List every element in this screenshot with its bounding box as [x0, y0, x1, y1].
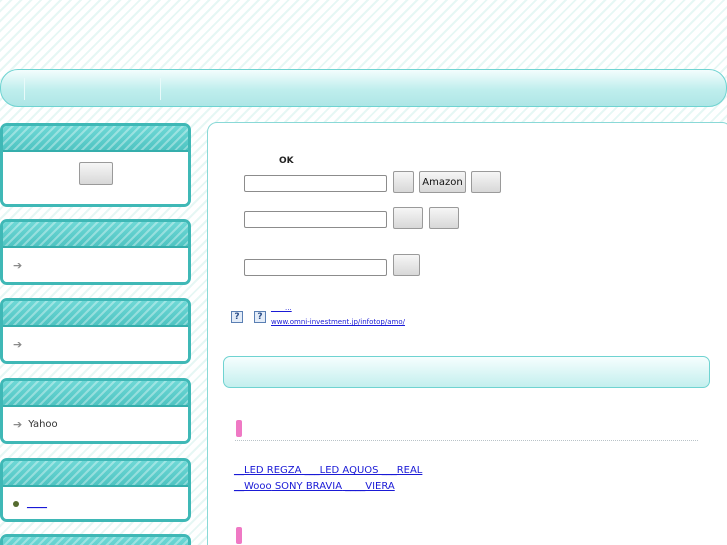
nav-separator: [160, 78, 161, 100]
sidebar-box-search: [0, 123, 191, 207]
arrow-right-icon: ➔: [13, 418, 23, 431]
sidebar-box-header: [3, 381, 188, 407]
link-real[interactable]: ___REAL: [379, 465, 423, 476]
arrow-right-icon: ➔: [13, 259, 23, 272]
section-header-bar: [223, 356, 710, 388]
search-button-2a[interactable]: [393, 207, 423, 229]
link-viera[interactable]: ____VIERA: [342, 481, 395, 492]
main-content: OK Amazon ? ? ____... www.omni-investmen…: [207, 122, 727, 545]
ok-label: OK: [279, 156, 294, 166]
amazon-button[interactable]: Amazon: [419, 171, 466, 193]
sidebar-box-header: [3, 222, 188, 248]
search-input-3[interactable]: [244, 259, 387, 276]
search-button-1[interactable]: [393, 171, 414, 193]
link-sony-bravia[interactable]: SONY BRAVIA: [272, 481, 342, 492]
link-led-aquos[interactable]: ___LED AQUOS: [301, 465, 379, 476]
search-input-2[interactable]: [244, 211, 387, 228]
heading-marker: [236, 420, 242, 437]
arrow-right-icon: ➔: [13, 338, 23, 351]
sidebar-link-yahoo[interactable]: ➔ Yahoo: [3, 407, 188, 441]
sidebar-box-header: [3, 126, 188, 152]
question-icon[interactable]: ?: [254, 311, 266, 323]
sidebar-button[interactable]: [79, 162, 113, 185]
sidebar-link-item[interactable]: ➔: [3, 248, 188, 282]
sidebar-box-header: [3, 537, 188, 545]
sidebar-box-3: ➔: [0, 298, 191, 364]
sidebar-box-5: ____: [0, 458, 191, 522]
heading-marker: [236, 527, 242, 544]
link-wooo[interactable]: __Wooo: [234, 481, 272, 492]
sidebar-link-item[interactable]: ____: [3, 487, 188, 519]
sidebar-box-4: ➔ Yahoo: [0, 378, 191, 444]
url-link[interactable]: www.omni-investment.jp/infotop/amo/: [271, 318, 405, 326]
search-button-3a[interactable]: [393, 254, 420, 276]
sidebar-box-header: [3, 461, 188, 487]
sidebar-box-2: ➔: [0, 219, 191, 285]
search-button-2b[interactable]: [429, 207, 459, 229]
sidebar-box-header: [3, 301, 188, 327]
sidebar-box-6: [0, 534, 191, 545]
dotted-divider: [235, 440, 698, 441]
top-nav-bar: [0, 69, 727, 107]
short-link[interactable]: ____...: [271, 304, 292, 312]
bullet-icon: [13, 500, 19, 507]
link-led-regza[interactable]: __LED REGZA: [234, 465, 301, 476]
sidebar-item-label: ____: [27, 498, 47, 509]
sidebar-link-item[interactable]: ➔: [3, 327, 188, 361]
tv-links-row-1: __LED REGZA ___LED AQUOS ___REAL: [234, 465, 422, 476]
tv-links-row-2: __Wooo SONY BRAVIA ____VIERA: [234, 481, 395, 492]
nav-separator: [24, 78, 25, 100]
sidebar-item-label: Yahoo: [28, 419, 58, 430]
search-button-3[interactable]: [471, 171, 501, 193]
question-icon[interactable]: ?: [231, 311, 243, 323]
search-input-1[interactable]: [244, 175, 387, 192]
